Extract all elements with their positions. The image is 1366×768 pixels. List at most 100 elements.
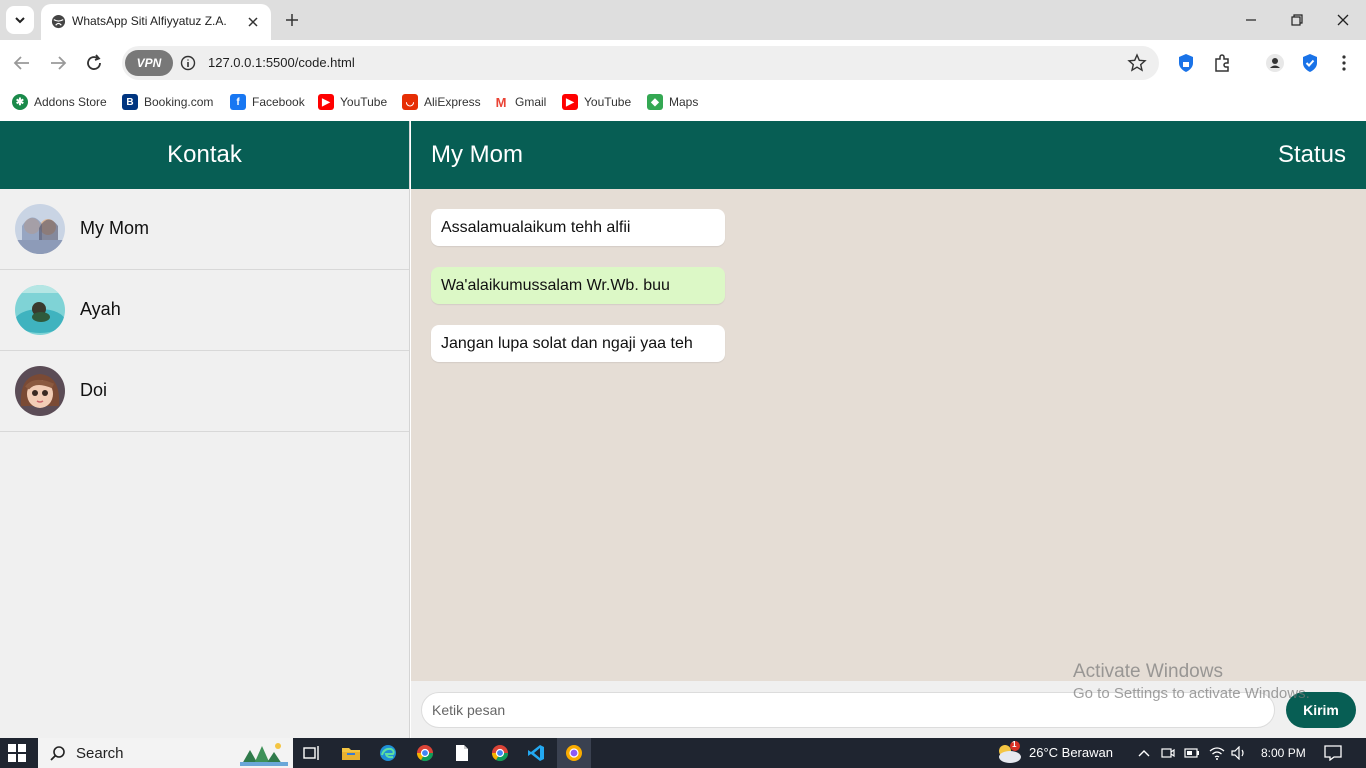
chrome-button[interactable] (414, 742, 436, 764)
address-bar[interactable]: VPN 127.0.0.1:5500/code.html (122, 46, 1159, 80)
bookmark-star-icon[interactable] (1127, 53, 1147, 73)
file-explorer-button[interactable] (340, 742, 362, 764)
chat-panel: My Mom Status Assalamualaikum tehh alfii… (411, 121, 1366, 738)
minimize-button[interactable] (1239, 8, 1263, 32)
bookmark-label: Booking.com (144, 95, 214, 109)
close-icon (1337, 14, 1349, 26)
close-icon (248, 17, 258, 27)
arrow-right-icon (51, 56, 67, 70)
weather-text[interactable]: 26°C Berawan (1029, 745, 1113, 760)
avatar (15, 366, 65, 416)
browser-tab-strip: WhatsApp Siti Alfiyyatuz Z.A. (0, 0, 1366, 40)
bookmark-booking[interactable]: B Booking.com (122, 93, 213, 111)
avatar (15, 285, 65, 335)
weather-cloud-icon[interactable] (995, 741, 1023, 765)
chrome-active-button[interactable] (489, 742, 511, 764)
bookmark-label: YouTube (340, 95, 388, 109)
status-link[interactable]: Status (1278, 141, 1346, 169)
bookmark-label: Addons Store (34, 95, 107, 109)
watermark-title: Activate Windows (1073, 661, 1223, 682)
contacts-sidebar: Kontak My Mom Ayah Doi (0, 121, 410, 738)
contact-item-my-mom[interactable]: My Mom (0, 189, 409, 270)
taskbar-search[interactable]: Search (38, 738, 293, 768)
bookmarks-bar: ✱ Addons Store B Booking.com f Facebook … (0, 86, 1366, 120)
extensions-button[interactable] (1211, 52, 1233, 74)
whatsapp-app: Kontak My Mom Ayah Doi My Mom Status Ass… (0, 121, 1366, 738)
vscode-button[interactable] (525, 742, 547, 764)
url-text: 127.0.0.1:5500/code.html (208, 55, 355, 70)
show-hidden-icons-button[interactable] (1133, 742, 1155, 764)
forward-button[interactable] (46, 51, 70, 75)
browser-tab-active[interactable]: WhatsApp Siti Alfiyyatuz Z.A. (41, 4, 271, 40)
battery-button[interactable] (1181, 742, 1203, 764)
shield-check-icon (1303, 54, 1317, 72)
edge-icon (380, 745, 396, 761)
message-text: Jangan lupa solat dan ngaji yaa teh (441, 335, 693, 352)
activate-windows-watermark: Activate Windows Go to Settings to activ… (1073, 661, 1310, 702)
bookmark-label: AliExpress (424, 95, 481, 109)
sidebar-title: Kontak (167, 141, 242, 168)
youtube-icon: ▶ (318, 94, 334, 110)
bookmark-maps[interactable]: ◆ Maps (647, 93, 698, 111)
restore-icon (1291, 14, 1303, 26)
vscode-icon (528, 745, 544, 761)
close-tab-button[interactable] (243, 12, 263, 32)
message-bubble-outgoing: Wa'alaikumussalam Wr.Wb. buu (431, 267, 725, 304)
booking-icon: B (122, 94, 138, 110)
bookmark-aliexpress[interactable]: ◡ AliExpress (402, 93, 481, 111)
minimize-icon (1246, 19, 1256, 21)
vpn-button[interactable]: VPN (125, 50, 173, 76)
wifi-button[interactable] (1206, 742, 1228, 764)
contact-item-ayah[interactable]: Ayah (0, 270, 409, 351)
search-label: Search (76, 745, 124, 762)
bookmark-label: Facebook (252, 95, 305, 109)
extension-shield-button[interactable] (1175, 52, 1197, 74)
document-icon (456, 745, 468, 761)
chrome-canary-icon (566, 745, 582, 761)
edge-button[interactable] (377, 742, 399, 764)
security-extension-button[interactable] (1299, 52, 1321, 74)
site-info-icon[interactable] (180, 55, 196, 71)
camera-tray-button[interactable] (1157, 742, 1179, 764)
bookmark-facebook[interactable]: f Facebook (230, 93, 305, 111)
bookmark-youtube[interactable]: ▶ YouTube (318, 93, 387, 111)
bookmark-label: Maps (669, 95, 699, 109)
bookmark-label: YouTube (584, 95, 632, 109)
contact-item-doi[interactable]: Doi (0, 351, 409, 432)
bookmark-addons-store[interactable]: ✱ Addons Store (12, 93, 107, 111)
notepad-button[interactable] (451, 742, 473, 764)
wifi-icon (1209, 747, 1225, 760)
chevron-up-icon (1138, 750, 1150, 757)
close-window-button[interactable] (1331, 8, 1355, 32)
bookmark-youtube-2[interactable]: ▶ YouTube (562, 93, 631, 111)
task-view-button[interactable] (301, 742, 323, 764)
search-highlight-icon (240, 743, 288, 766)
message-text: Assalamualaikum tehh alfii (441, 219, 631, 236)
puzzle-icon (1215, 54, 1229, 72)
browser-toolbar: VPN 127.0.0.1:5500/code.html (0, 40, 1366, 86)
volume-button[interactable] (1228, 742, 1250, 764)
reload-icon (87, 54, 101, 70)
new-tab-button[interactable] (282, 10, 302, 30)
message-bubble-incoming: Jangan lupa solat dan ngaji yaa teh (431, 325, 725, 362)
plus-icon (286, 14, 298, 26)
contact-name: My Mom (80, 218, 149, 238)
shield-lock-icon (1179, 54, 1193, 72)
restore-button[interactable] (1285, 8, 1309, 32)
addons-store-icon: ✱ (12, 94, 28, 110)
search-icon (50, 746, 65, 761)
back-button[interactable] (10, 51, 34, 75)
reload-button[interactable] (82, 51, 106, 75)
profile-button[interactable] (1264, 52, 1286, 74)
bookmark-gmail[interactable]: M Gmail (493, 93, 546, 111)
clock[interactable]: 8:00 PM (1261, 746, 1306, 760)
aliexpress-icon: ◡ (402, 94, 418, 110)
weather-badge: 1 (1012, 740, 1017, 749)
windows-start-icon[interactable] (8, 744, 26, 762)
browser-menu-button[interactable] (1333, 52, 1355, 74)
chrome-icon (416, 745, 434, 762)
youtube-icon: ▶ (562, 94, 578, 110)
tab-search-button[interactable] (6, 6, 34, 34)
notifications-button[interactable] (1322, 742, 1344, 764)
chrome-canary-button[interactable] (557, 738, 591, 768)
